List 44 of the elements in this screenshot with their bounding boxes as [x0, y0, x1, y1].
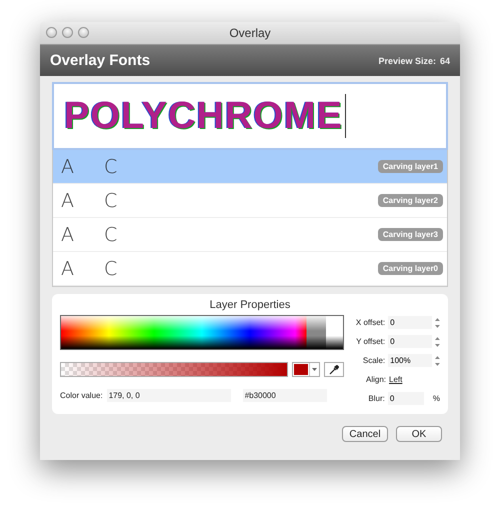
zoom-button[interactable]: [78, 27, 89, 38]
preview-size-value[interactable]: 64: [440, 56, 450, 66]
preview-size-label: Preview Size:: [378, 56, 436, 66]
color-spectrum[interactable]: [60, 315, 344, 350]
caret-icon: [312, 368, 317, 371]
glyph-sample: A C: [61, 224, 130, 246]
number-field[interactable]: 0: [388, 392, 424, 405]
number-field[interactable]: 100%: [388, 354, 432, 367]
close-button[interactable]: [46, 27, 57, 38]
header-title: Overlay Fonts: [50, 52, 150, 69]
eyedropper-icon: [329, 364, 339, 374]
layer-name: Carving layer2: [378, 194, 443, 207]
field-label: Scale:: [362, 356, 386, 365]
layer-name: Carving layer1: [378, 160, 443, 173]
number-field[interactable]: 0: [388, 335, 432, 348]
window-title: Overlay: [229, 26, 271, 40]
field-label: X offset:: [354, 318, 386, 327]
layer-name: Carving layer3: [378, 228, 443, 241]
text-caret: [344, 94, 346, 138]
glyph-sample: A C: [61, 156, 130, 178]
glyph-sample: A C: [61, 190, 130, 212]
number-field[interactable]: 0: [388, 316, 432, 329]
glyph-sample: A C: [61, 258, 130, 280]
eyedropper-button[interactable]: [324, 362, 344, 377]
color-swatch[interactable]: [292, 362, 320, 377]
color-value-label: Color value:: [60, 391, 103, 400]
unit-label: %: [432, 394, 440, 403]
field-label: Align:: [364, 375, 386, 384]
field-label: Y offset:: [355, 337, 386, 346]
preview-text: POLYCHROME: [64, 94, 343, 138]
minimize-button[interactable]: [62, 27, 73, 38]
stepper-icon[interactable]: [435, 316, 440, 328]
panel-title: Layer Properties: [208, 299, 292, 311]
layer-row[interactable]: A C Carving layer1: [53, 150, 447, 184]
stepper-icon[interactable]: [435, 354, 440, 366]
hex-field[interactable]: #b30000: [242, 389, 327, 402]
dialog-button[interactable]: OK: [396, 426, 442, 442]
align-link[interactable]: Left: [389, 375, 402, 384]
stepper-icon[interactable]: [435, 336, 440, 348]
preview-field[interactable]: POLYCHROME: [52, 82, 448, 150]
dialog-button[interactable]: Cancel: [342, 426, 388, 442]
rgb-field[interactable]: 179, 0, 0: [106, 389, 231, 402]
field-label: Blur:: [367, 394, 385, 403]
layer-name: Carving layer0: [378, 262, 443, 275]
